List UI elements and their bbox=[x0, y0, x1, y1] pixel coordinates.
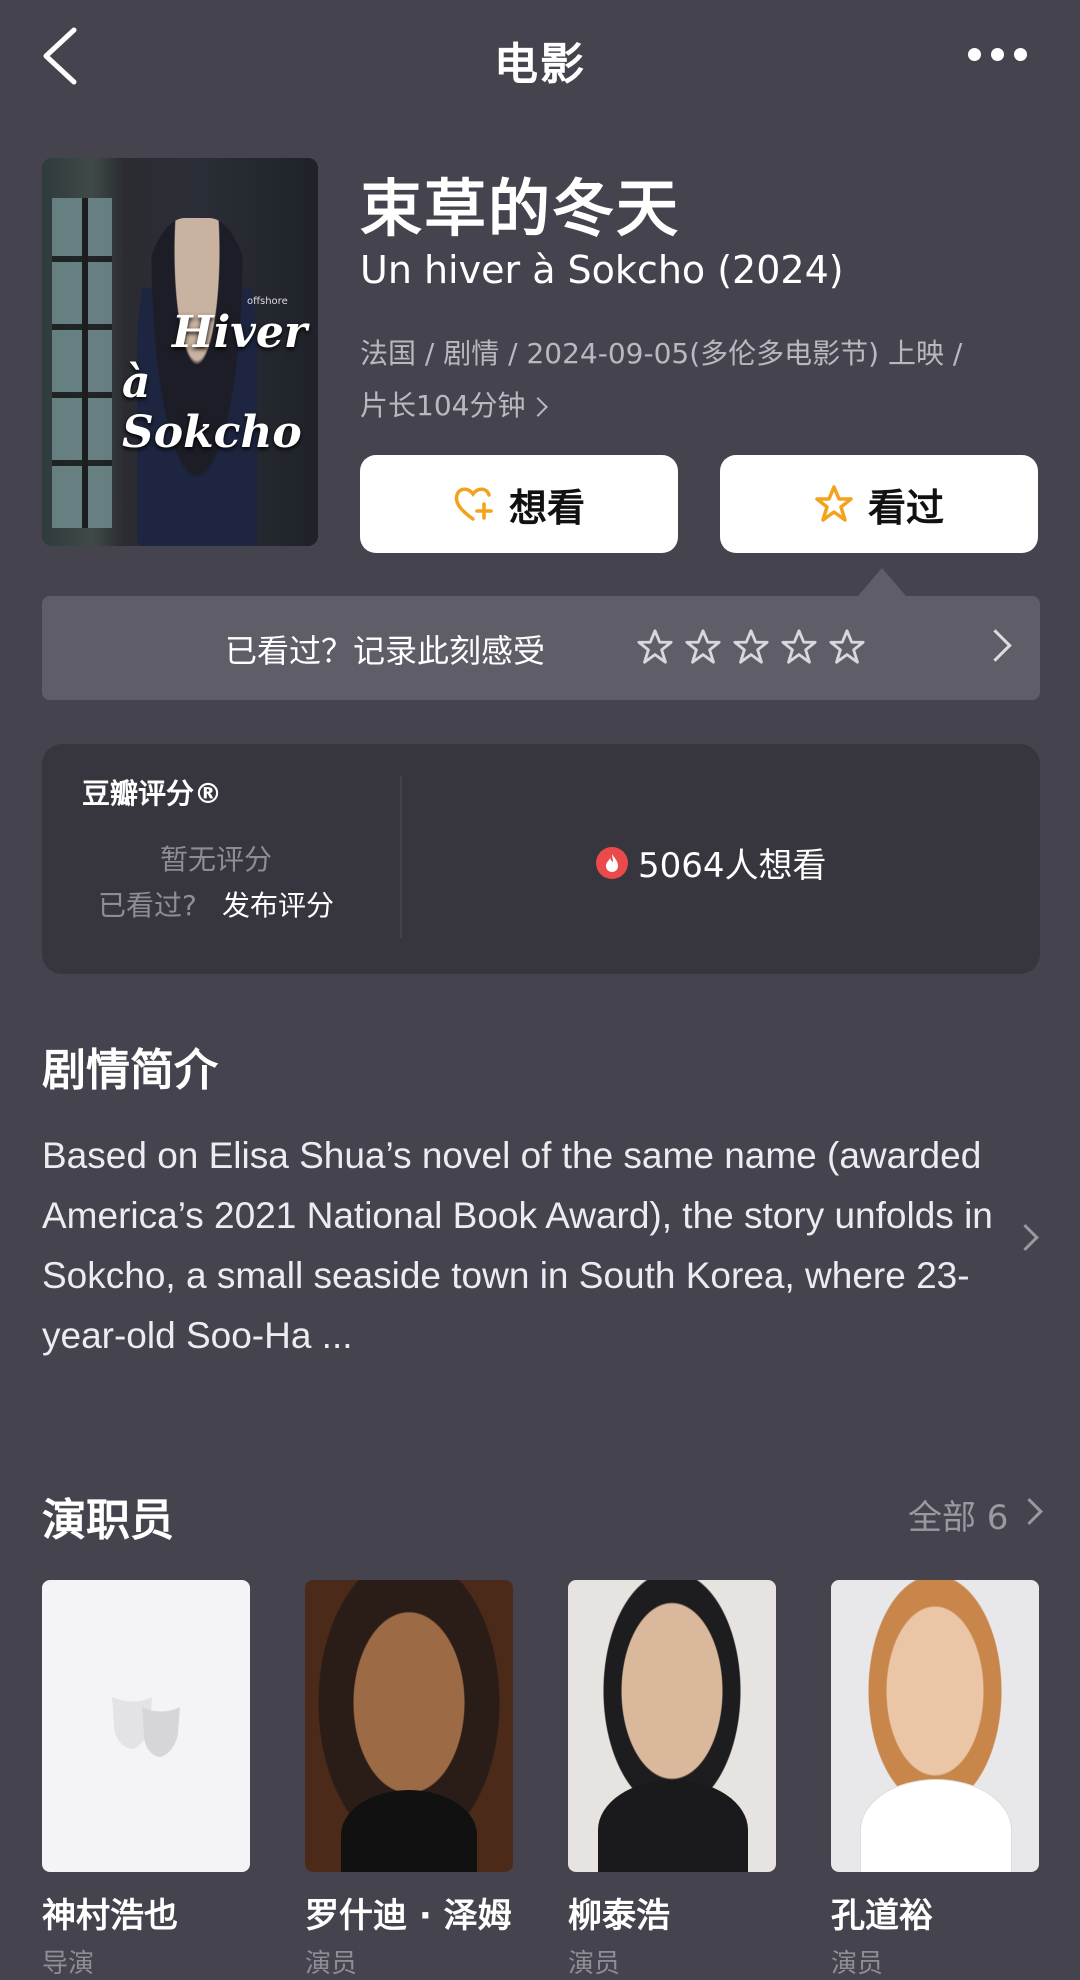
cast-card[interactable]: 柳泰浩 演员 bbox=[568, 1580, 776, 1980]
theater-masks-icon bbox=[112, 1697, 180, 1757]
no-rating-text: 暂无评分 bbox=[160, 843, 273, 876]
movie-meta[interactable]: 法国 / 剧情 / 2024-09-05(多伦多电影节) 上映 / 片长104分… bbox=[360, 328, 1040, 432]
want-to-watch-button[interactable]: 想看 bbox=[360, 455, 678, 553]
cast-name: 神村浩也 bbox=[42, 1896, 178, 1936]
meta-line-1: 法国 / 剧情 / 2024-09-05(多伦多电影节) 上映 / bbox=[360, 337, 963, 370]
want-count: 5064人想看 bbox=[596, 838, 827, 887]
star-5-icon[interactable] bbox=[828, 628, 866, 666]
star-3-icon[interactable] bbox=[732, 628, 770, 666]
placeholder-avatar bbox=[42, 1580, 250, 1872]
rating-stars[interactable] bbox=[636, 628, 866, 666]
movie-poster[interactable]: offshore Hiver à Sokcho bbox=[42, 158, 318, 546]
cast-photo bbox=[831, 1580, 1039, 1872]
cast-role: 演员 bbox=[305, 1949, 358, 1979]
record-bar-pointer bbox=[858, 568, 906, 596]
meta-line-2: 片长104分钟 bbox=[360, 380, 1040, 432]
chevron-right-icon[interactable] bbox=[1016, 1498, 1043, 1525]
movie-original-title: Un hiver à Sokcho (2024) bbox=[360, 248, 844, 292]
cast-all-link[interactable]: 全部 6 bbox=[908, 1490, 1008, 1539]
cast-role: 演员 bbox=[831, 1949, 884, 1979]
cast-title: 演职员 bbox=[42, 1495, 174, 1546]
cast-name: 柳泰浩 bbox=[568, 1896, 670, 1936]
more-dots-icon[interactable] bbox=[968, 48, 1028, 64]
star-4-icon[interactable] bbox=[780, 628, 818, 666]
star-1-icon[interactable] bbox=[636, 628, 674, 666]
cast-role: 演员 bbox=[568, 1949, 621, 1979]
page-title: 电影 bbox=[494, 39, 586, 90]
record-prompt: 已看过？记录此刻感受 bbox=[225, 632, 546, 670]
cast-card[interactable]: 孔道裕 演员 bbox=[831, 1580, 1039, 1980]
divider bbox=[400, 776, 402, 938]
synopsis-text[interactable]: Based on Elisa Shua’s novel of the same … bbox=[42, 1126, 1002, 1366]
post-rating-link[interactable]: 发布评分 bbox=[222, 884, 334, 924]
cast-card[interactable]: 罗什迪 · 泽姆 演员 bbox=[305, 1580, 513, 1980]
star-2-icon[interactable] bbox=[684, 628, 722, 666]
want-count-text: 5064人想看 bbox=[638, 846, 827, 886]
movie-title: 束草的冬天 bbox=[360, 172, 681, 245]
cast-card[interactable]: 神村浩也 导演 bbox=[42, 1580, 250, 1980]
want-label: 想看 bbox=[508, 485, 585, 530]
seen-question: 已看过? bbox=[98, 889, 197, 922]
cast-name: 罗什迪 · 泽姆 bbox=[305, 1896, 512, 1936]
cast-photo bbox=[305, 1580, 513, 1872]
chevron-right-icon bbox=[528, 397, 549, 417]
cast-photo bbox=[568, 1580, 776, 1872]
chevron-right-icon[interactable] bbox=[1012, 1224, 1039, 1251]
poster-label: offshore bbox=[247, 296, 288, 307]
douban-rating-label: 豆瓣评分® bbox=[82, 777, 223, 810]
seen-label: 看过 bbox=[867, 485, 944, 530]
synopsis-title: 剧情简介 bbox=[42, 1045, 218, 1096]
fire-icon bbox=[596, 846, 628, 879]
watched-button[interactable]: 看过 bbox=[720, 455, 1038, 553]
cast-role: 导演 bbox=[42, 1949, 95, 1979]
heart-plus-icon bbox=[454, 487, 493, 521]
poster-title: Hiver à Sokcho bbox=[122, 307, 308, 458]
cast-name: 孔道裕 bbox=[831, 1896, 933, 1936]
star-outline-icon bbox=[815, 485, 853, 522]
